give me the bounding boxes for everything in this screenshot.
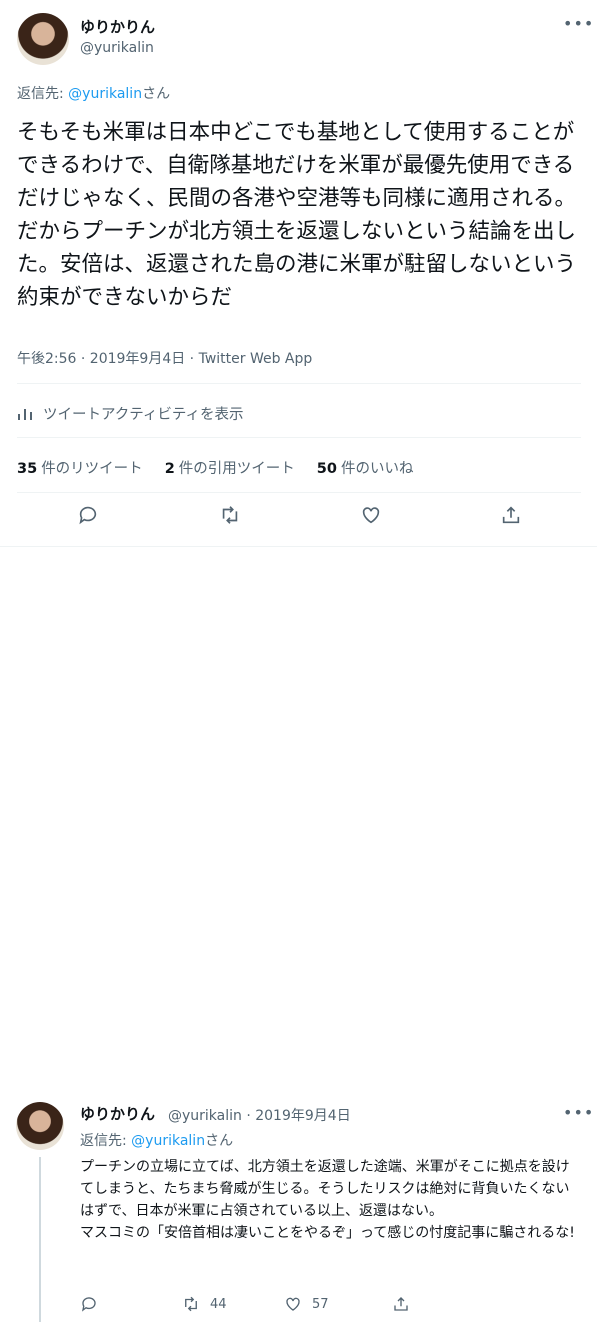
like-stat[interactable]: 50 件のいいね	[317, 457, 414, 478]
like-icon[interactable]	[360, 504, 382, 526]
chart-icon	[18, 408, 32, 420]
share-button[interactable]	[392, 1295, 410, 1313]
thread-line	[39, 1157, 41, 1322]
tweet-meta[interactable]: 午後2:56 · 2019年9月4日 · Twitter Web App	[17, 348, 312, 368]
reply-to: 返信先: @yurikalinさん	[17, 83, 170, 103]
display-name[interactable]: ゆりかりん	[80, 16, 155, 37]
reply-to-mention[interactable]: @yurikalin	[131, 1133, 205, 1149]
avatar[interactable]	[16, 1102, 64, 1150]
retweet-icon	[185, 1296, 197, 1312]
reply-to-mention[interactable]: @yurikalin	[68, 86, 142, 102]
reply-to-suffix: さん	[142, 86, 171, 102]
share-icon[interactable]	[500, 504, 522, 526]
like-icon	[286, 1297, 300, 1311]
reply-tweet[interactable]: ゆりかりん @yurikalin · 2019年9月4日 ••• 返信先: @y…	[0, 547, 597, 1322]
divider	[17, 383, 581, 384]
retweet-stat[interactable]: 35 件のリツイート	[17, 457, 143, 478]
tweet-text: そもそも米軍は日本中どこでも基地として使用することができるわけで、自衛隊基地だけ…	[17, 120, 577, 310]
divider	[17, 437, 581, 438]
avatar[interactable]	[17, 13, 69, 65]
like-count: 57	[312, 1296, 329, 1312]
reply-icon	[81, 1297, 96, 1312]
main-tweet: ゆりかりん @yurikalin ••• 返信先: @yurikalinさん そ…	[0, 0, 597, 547]
reply-to-label: 返信先:	[17, 86, 69, 102]
reply-button[interactable]	[80, 1295, 98, 1313]
display-name[interactable]: ゆりかりん	[80, 1103, 155, 1124]
stats-row: 35 件のリツイート 2 件の引用ツイート 50 件のいいね	[17, 457, 413, 478]
reply-text: プーチンの立場に立てば、北方領土を返還した途端、米軍がそこに拠点を設けてしまうと…	[80, 1159, 575, 1241]
share-icon	[394, 1297, 408, 1311]
quote-stat[interactable]: 2 件の引用ツイート	[165, 457, 295, 478]
like-button[interactable]: 57	[284, 1295, 329, 1313]
more-icon[interactable]: •••	[563, 1103, 594, 1122]
user-handle[interactable]: @yurikalin	[80, 40, 154, 56]
reply-icon[interactable]	[77, 504, 99, 526]
reply-meta[interactable]: @yurikalin · 2019年9月4日	[168, 1105, 351, 1125]
more-icon[interactable]: •••	[563, 14, 594, 33]
reply-to: 返信先: @yurikalinさん	[80, 1133, 234, 1149]
retweet-count: 44	[210, 1296, 227, 1312]
retweet-button[interactable]: 44	[182, 1295, 227, 1313]
divider	[17, 492, 581, 493]
view-activity-link[interactable]: ツイートアクティビティを表示	[17, 403, 244, 424]
activity-label: ツイートアクティビティを表示	[43, 407, 244, 423]
retweet-icon[interactable]	[219, 504, 241, 526]
